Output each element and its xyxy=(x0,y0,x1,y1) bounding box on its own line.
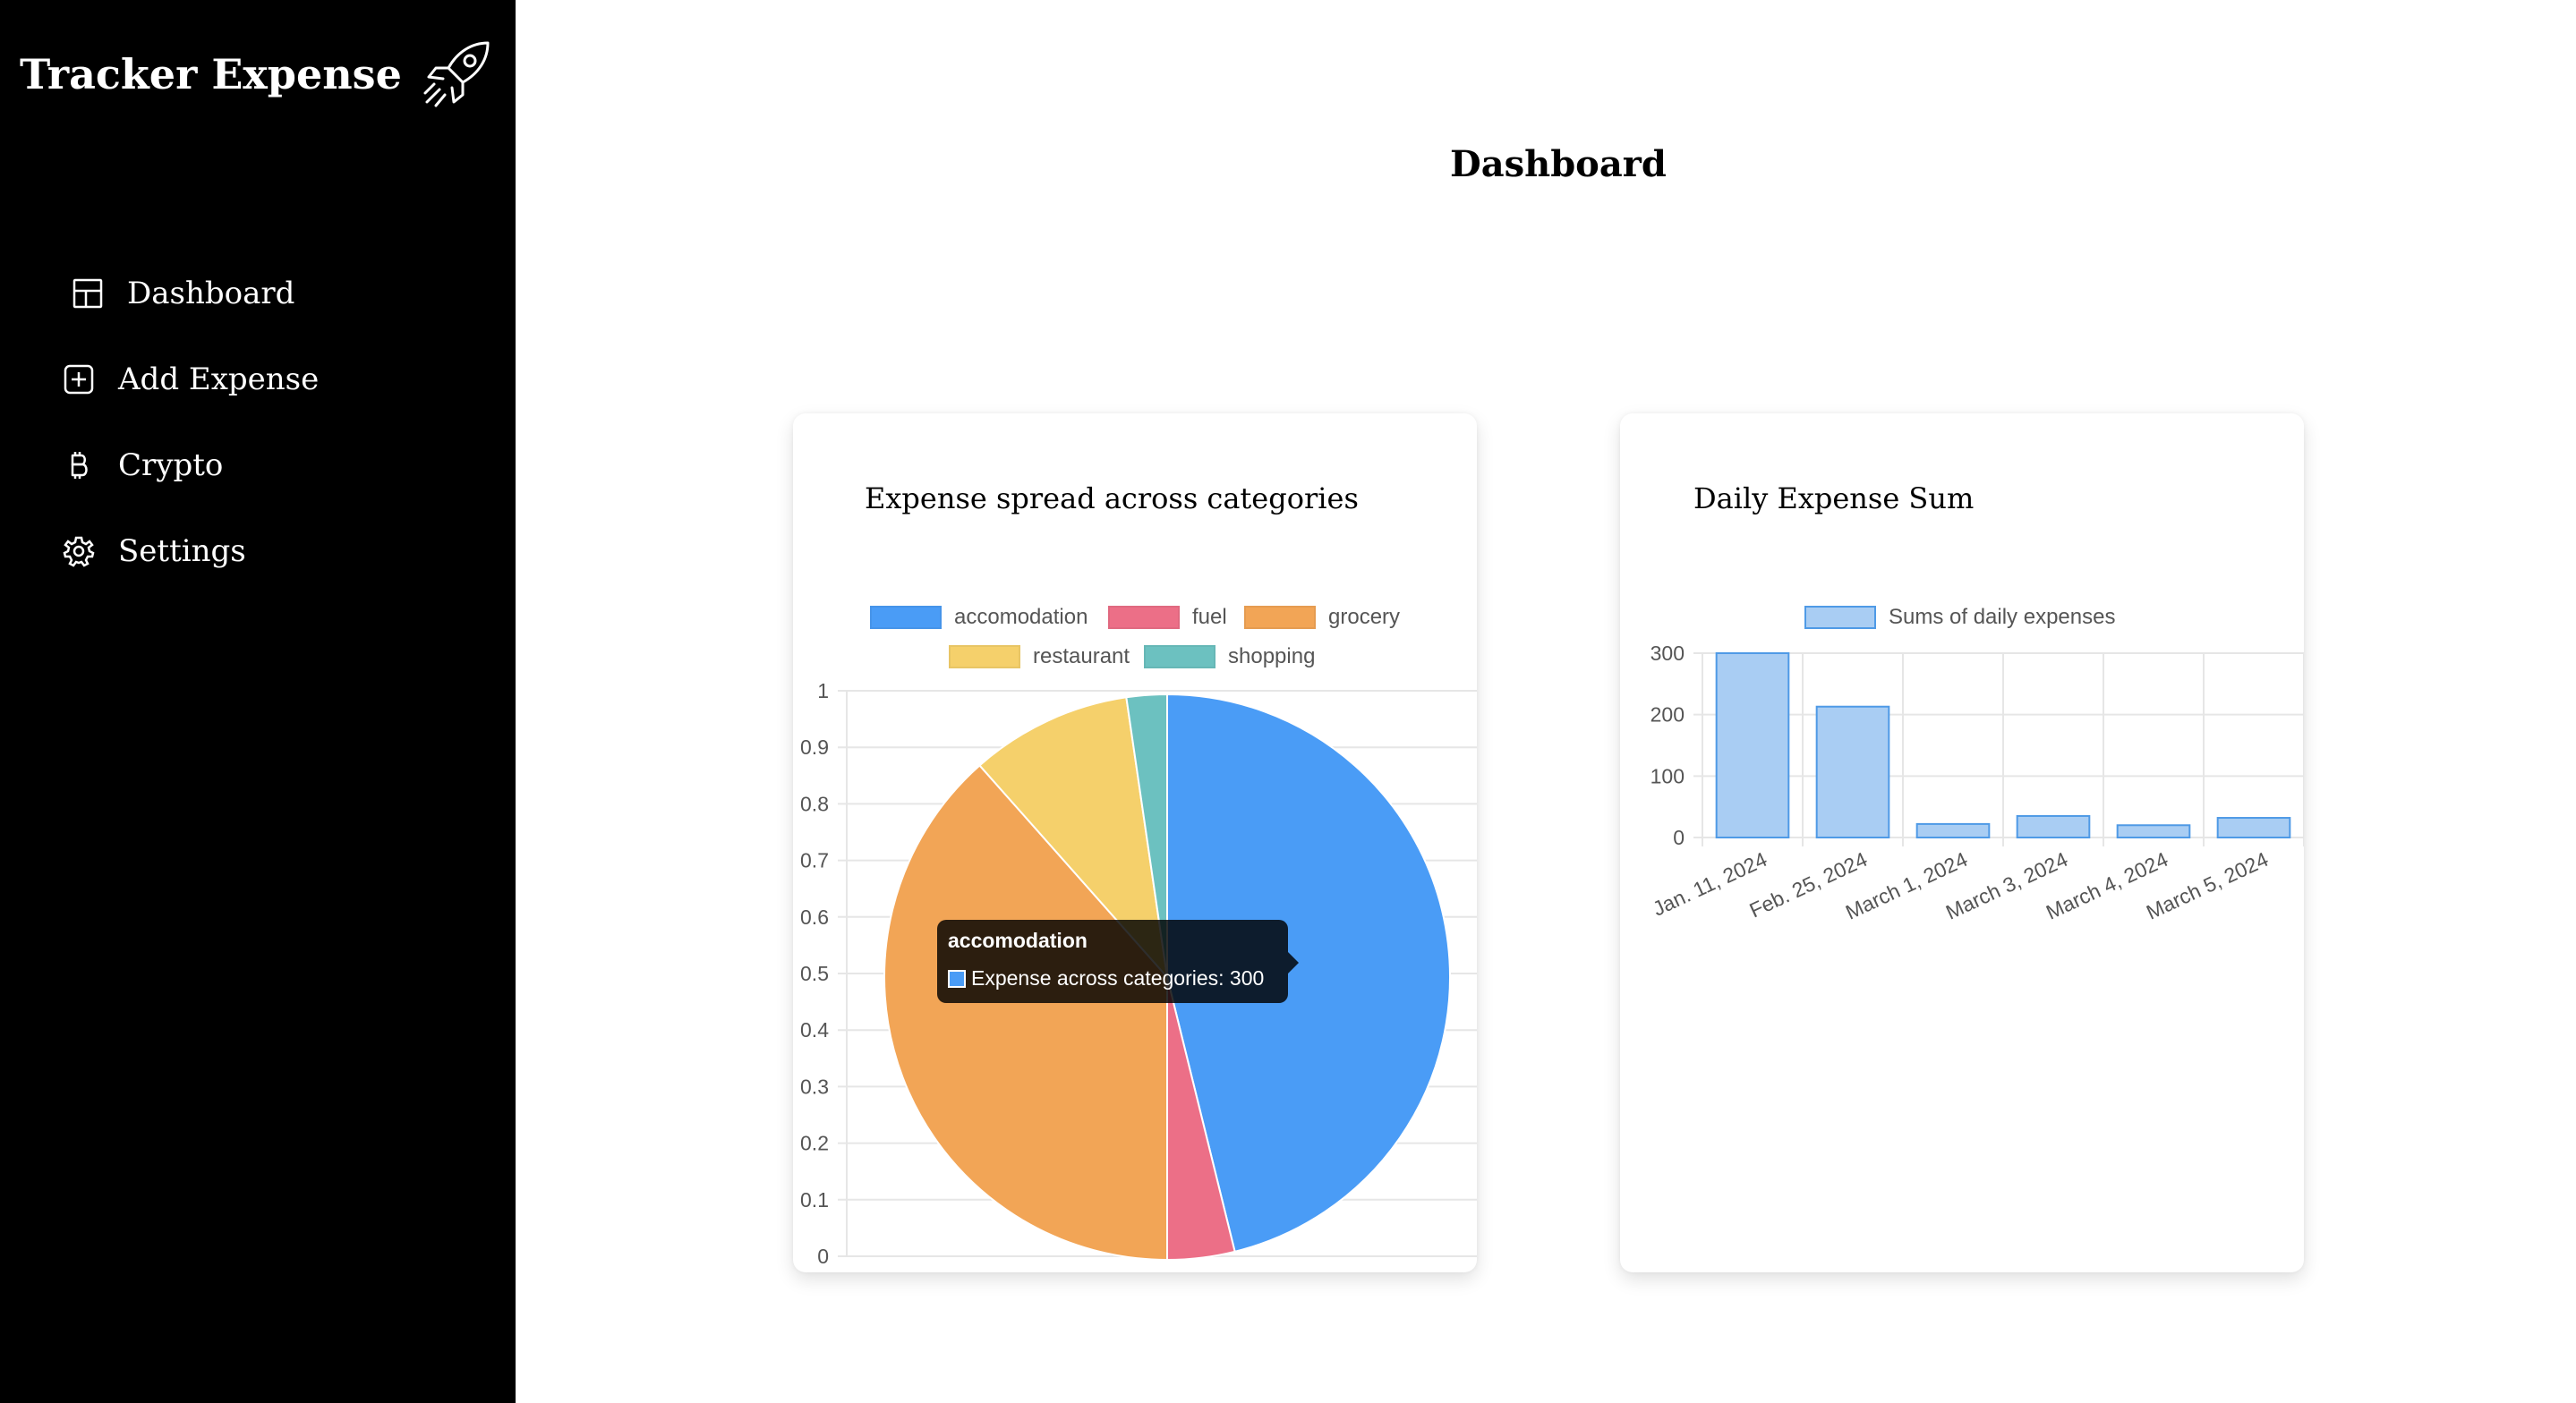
bar xyxy=(1715,652,1790,838)
bar xyxy=(2016,814,2091,839)
gear-icon xyxy=(63,536,95,567)
page-title: Dashboard xyxy=(1450,143,1667,185)
bar xyxy=(1915,822,1991,839)
tooltip-arrow xyxy=(1288,952,1299,974)
sidebar-item-settings[interactable]: Settings xyxy=(63,508,319,594)
bar-y-tick-label: 300 xyxy=(1651,642,1685,665)
sidebar-item-dashboard[interactable]: Dashboard xyxy=(72,251,319,336)
pie-chart: 0 0.1 0.2 0.3 0.4 0.5 0.6 0.7 0.8 0.9 1 xyxy=(800,679,1477,1268)
sidebar-item-crypto[interactable]: Crypto xyxy=(63,422,319,508)
bar-chart: 0100200300Jan. 11, 2024Feb. 25, 2024Marc… xyxy=(1649,642,2304,924)
sidebar: Tracker Expense Dashboard Add Expense Cr… xyxy=(0,0,516,1403)
bar xyxy=(2216,817,2291,839)
pie-y-tick-label: 0.5 xyxy=(800,962,829,985)
tooltip-title: accomodation xyxy=(948,929,1088,952)
pie-y-tick-label: 1 xyxy=(817,679,829,702)
bar xyxy=(2116,824,2191,838)
pie-y-tick-label: 0.4 xyxy=(800,1018,829,1042)
bar-y-tick-label: 200 xyxy=(1651,703,1685,727)
tooltip-row: Expense across categories: 300 xyxy=(948,966,1264,991)
chart-tooltip: accomodation Expense across categories: … xyxy=(937,920,1299,1003)
pie-y-tick-label: 0.1 xyxy=(800,1188,829,1212)
sidebar-item-add-expense[interactable]: Add Expense xyxy=(63,336,319,422)
sidebar-item-label: Crypto xyxy=(118,447,224,483)
rocket-icon xyxy=(423,41,490,107)
pie-y-tick-label: 0.6 xyxy=(800,906,829,929)
brand[interactable]: Tracker Expense xyxy=(20,36,495,113)
sidebar-nav: Dashboard Add Expense Crypto Settings xyxy=(63,251,319,594)
sidebar-item-label: Dashboard xyxy=(127,276,295,311)
sidebar-item-label: Settings xyxy=(118,533,246,569)
pie-y-tick-label: 0.8 xyxy=(800,792,829,815)
bar-y-tick-label: 100 xyxy=(1651,764,1685,787)
pie-y-tick-label: 0.2 xyxy=(800,1132,829,1155)
bar-chart-card: Daily Expense Sum Sums of daily expenses… xyxy=(1620,413,2304,1272)
bar-y-tick-label: 0 xyxy=(1673,826,1685,849)
pie-y-tick-label: 0.9 xyxy=(800,736,829,759)
bitcoin-icon xyxy=(71,452,88,479)
tooltip-label: Expense across categories: 300 xyxy=(971,966,1265,990)
plus-square-icon xyxy=(64,364,94,395)
sidebar-item-label: Add Expense xyxy=(118,361,320,397)
brand-title: Tracker Expense xyxy=(20,50,402,98)
dashboard-grid-icon xyxy=(73,278,103,309)
bar xyxy=(1815,705,1890,838)
pie-y-tick-label: 0.7 xyxy=(800,849,829,872)
pie-y-tick-label: 0.3 xyxy=(800,1075,829,1098)
pie-y-tick-label: 0 xyxy=(817,1245,829,1268)
pie-chart-card: Expense spread across categories accomod… xyxy=(793,413,1477,1272)
tooltip-swatch xyxy=(948,969,966,988)
